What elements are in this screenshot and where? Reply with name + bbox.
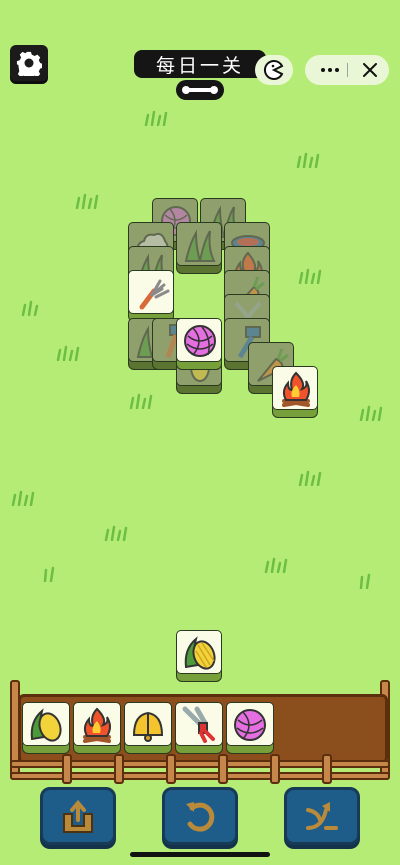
grass-tuft (298, 268, 322, 284)
gear-icon (16, 51, 42, 76)
scissors-icon (182, 706, 215, 743)
page-title: 每日一关 (134, 50, 266, 78)
close-icon (363, 63, 377, 77)
grass-tuft (11, 490, 35, 506)
fence-post (270, 754, 280, 784)
capsule-divider (347, 63, 348, 77)
grass-tuft (296, 152, 320, 168)
tray-slot (124, 702, 172, 754)
board-tile[interactable] (128, 270, 174, 322)
grass-tuft (359, 405, 383, 421)
pacman-icon (263, 59, 284, 80)
shuffle-icon (306, 802, 338, 830)
more-icon (321, 68, 339, 72)
fence-post (322, 754, 332, 784)
fire-icon (282, 371, 310, 407)
fence-post (62, 754, 72, 784)
board-tile[interactable] (272, 366, 318, 418)
move-out-button[interactable] (40, 787, 116, 845)
tray-slot (226, 702, 274, 754)
grass-tuft (43, 566, 55, 582)
board-tile[interactable] (176, 318, 222, 370)
grass-tuft (75, 193, 99, 209)
tray-empty-slot (277, 702, 377, 754)
move-out-icon (63, 799, 93, 833)
grass-tuft (21, 300, 39, 316)
fire-icon (83, 707, 111, 743)
tray-slot (175, 702, 223, 754)
yarn-icon (184, 325, 216, 357)
close-button[interactable] (353, 55, 387, 85)
grass-tuft (264, 557, 288, 573)
grass-icon (184, 229, 216, 262)
bone-icon (176, 80, 224, 100)
yarn-icon (234, 709, 266, 741)
mini-program-capsule (305, 55, 389, 85)
undo-icon (186, 802, 215, 832)
grass-tuft (56, 345, 80, 361)
bell-icon (132, 711, 164, 742)
pitchfork-icon (139, 279, 170, 310)
home-indicator (130, 852, 270, 857)
pacman-button[interactable] (255, 55, 293, 85)
grass-tuft (144, 110, 168, 126)
corn-icon (30, 708, 62, 742)
fence-post (218, 754, 228, 784)
tray-slot (73, 702, 121, 754)
more-button[interactable] (313, 55, 347, 85)
grass-tuft (104, 525, 128, 541)
settings-button[interactable] (10, 45, 48, 81)
corn-icon (184, 636, 216, 670)
grass-tuft (359, 573, 371, 589)
fence-post (114, 754, 124, 784)
floating-tile[interactable] (176, 630, 222, 682)
fence-post (166, 754, 176, 784)
grass-tuft (298, 470, 322, 486)
board-tile (176, 222, 222, 274)
grass-tuft (129, 393, 153, 409)
shuffle-button[interactable] (284, 787, 360, 845)
tray-slot (22, 702, 70, 754)
undo-button[interactable] (162, 787, 238, 845)
